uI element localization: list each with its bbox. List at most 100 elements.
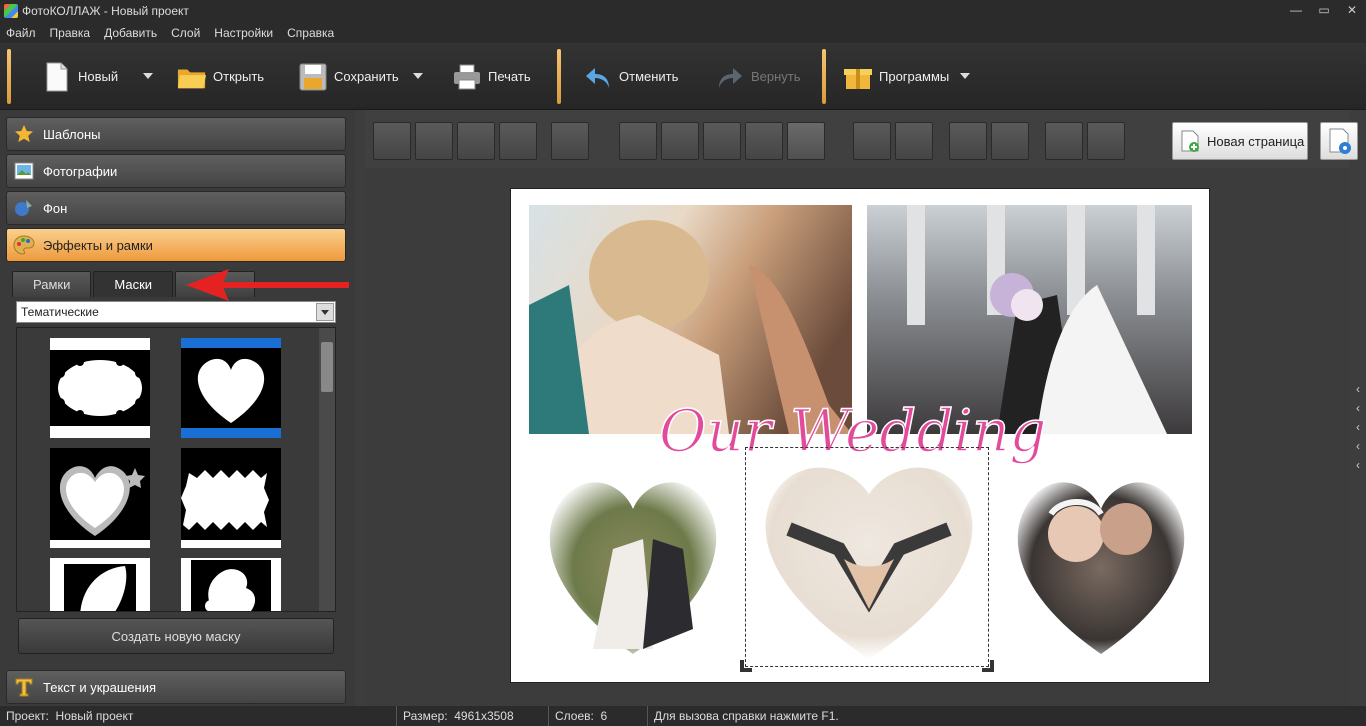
flip-vertical-icon[interactable] bbox=[745, 122, 783, 160]
save-dropdown-arrow-icon[interactable] bbox=[413, 73, 423, 79]
sidebar-item-photos[interactable]: Фотографии bbox=[6, 154, 346, 188]
menu-help[interactable]: Справка bbox=[287, 26, 334, 40]
undo-label: Отменить bbox=[619, 69, 679, 84]
bring-to-front-icon[interactable] bbox=[373, 122, 411, 160]
palette-icon bbox=[13, 234, 35, 256]
status-project: Проект: Новый проект bbox=[0, 706, 397, 726]
delete-icon[interactable] bbox=[853, 122, 891, 160]
sidebar-item-label: Текст и украшения bbox=[43, 679, 157, 695]
right-collapse-arrows: ‹ ‹ ‹ ‹ ‹ bbox=[1350, 382, 1366, 477]
selection-box[interactable] bbox=[740, 447, 994, 672]
chevron-left-icon[interactable]: ‹ bbox=[1350, 458, 1366, 477]
size-value: 4961x3508 bbox=[454, 709, 514, 723]
resize-handle[interactable] bbox=[982, 660, 994, 672]
send-backward-icon[interactable] bbox=[457, 122, 495, 160]
sidebar-item-background[interactable]: Фон bbox=[6, 191, 346, 225]
crop-icon[interactable] bbox=[895, 122, 933, 160]
floppy-disk-icon bbox=[298, 60, 328, 94]
fill-image-icon[interactable] bbox=[787, 122, 825, 160]
menu-layer[interactable]: Слой bbox=[171, 26, 200, 40]
undo-arrow-icon bbox=[583, 60, 613, 94]
edit-icon[interactable] bbox=[991, 122, 1029, 160]
close-icon[interactable]: ✕ bbox=[1338, 0, 1366, 22]
layers-label: Слоев: bbox=[555, 709, 594, 723]
save-label: Сохранить bbox=[334, 69, 399, 84]
mask-thumbnail[interactable] bbox=[50, 558, 150, 611]
save-button[interactable]: Сохранить bbox=[298, 43, 399, 110]
menu-file[interactable]: Файл bbox=[6, 26, 36, 40]
layers-value: 6 bbox=[600, 709, 608, 723]
sidebar-item-label: Шаблоны bbox=[43, 126, 101, 142]
menu-add[interactable]: Добавить bbox=[104, 26, 157, 40]
new-page-label: Новая страница bbox=[1207, 133, 1305, 149]
redo-arrow-icon bbox=[715, 60, 745, 94]
align-icon[interactable] bbox=[551, 122, 589, 160]
paint-drop-icon bbox=[13, 197, 35, 219]
left-panel: Шаблоны Фотографии Фон Эффекты и рамки Р… bbox=[0, 110, 355, 706]
scrollbar-thumb[interactable] bbox=[321, 342, 333, 392]
page-settings-button[interactable] bbox=[1320, 122, 1358, 160]
settings-gear-icon[interactable] bbox=[1045, 122, 1083, 160]
rotate-left-icon[interactable] bbox=[619, 122, 657, 160]
star-icon bbox=[13, 123, 35, 145]
photo-icon bbox=[13, 160, 35, 182]
new-dropdown-arrow-icon[interactable] bbox=[143, 73, 153, 79]
mask-thumbnail[interactable] bbox=[181, 338, 281, 438]
status-bar: Проект: Новый проект Размер: 4961x3508 С… bbox=[0, 706, 1366, 726]
chevron-down-icon[interactable] bbox=[316, 303, 334, 321]
redo-button[interactable]: Вернуть bbox=[715, 43, 801, 110]
photo-heart-kiss[interactable] bbox=[1001, 459, 1201, 659]
tab-masks[interactable]: Маски bbox=[93, 271, 174, 297]
menu-bar: Файл Правка Добавить Слой Настройки Спра… bbox=[0, 22, 1366, 43]
chevron-left-icon[interactable]: ‹ bbox=[1350, 401, 1366, 420]
status-size: Размер: 4961x3508 bbox=[397, 706, 549, 726]
mask-thumbnail[interactable] bbox=[50, 338, 150, 438]
maximize-icon[interactable]: ▭ bbox=[1310, 0, 1338, 22]
mask-thumbnail[interactable] bbox=[181, 448, 281, 548]
chevron-left-icon[interactable]: ‹ bbox=[1350, 420, 1366, 439]
rotate-right-icon[interactable] bbox=[661, 122, 699, 160]
mask-thumbnail[interactable] bbox=[50, 448, 150, 548]
create-mask-button[interactable]: Создать новую маску bbox=[18, 618, 334, 654]
sidebar-item-templates[interactable]: Шаблоны bbox=[6, 117, 346, 151]
send-to-back-icon[interactable] bbox=[499, 122, 537, 160]
mask-category-select[interactable]: Тематические bbox=[16, 301, 336, 323]
gift-box-icon bbox=[843, 60, 873, 94]
menu-settings[interactable]: Настройки bbox=[214, 26, 273, 40]
open-label: Открыть bbox=[213, 69, 265, 84]
mask-thumbnail[interactable] bbox=[181, 558, 281, 611]
canvas-area: Новая страница Our Wedding bbox=[365, 110, 1358, 706]
sidebar-item-effects[interactable]: Эффекты и рамки bbox=[6, 228, 346, 262]
canvas-toolbar: Новая страница bbox=[365, 110, 1358, 168]
programs-dropdown-arrow-icon[interactable] bbox=[960, 73, 970, 79]
print-button[interactable]: Печать bbox=[452, 43, 531, 110]
programs-button[interactable]: Программы bbox=[843, 43, 949, 110]
new-page-button[interactable]: Новая страница bbox=[1172, 122, 1308, 160]
status-help: Для вызова справки нажмите F1. bbox=[654, 709, 839, 723]
open-button[interactable]: Открыть bbox=[177, 43, 264, 110]
mask-gallery-scrollbar[interactable] bbox=[319, 328, 335, 611]
new-document-icon bbox=[42, 60, 72, 94]
collage-page[interactable]: Our Wedding bbox=[510, 188, 1210, 683]
bring-forward-icon[interactable] bbox=[415, 122, 453, 160]
lock-icon[interactable] bbox=[1087, 122, 1125, 160]
effects-icon[interactable] bbox=[949, 122, 987, 160]
undo-button[interactable]: Отменить bbox=[583, 43, 678, 110]
toolbar-separator bbox=[7, 49, 11, 104]
minimize-icon[interactable]: — bbox=[1282, 0, 1310, 22]
chevron-left-icon[interactable]: ‹ bbox=[1350, 439, 1366, 458]
chevron-left-icon[interactable]: ‹ bbox=[1350, 382, 1366, 401]
new-button[interactable]: Новый bbox=[42, 43, 118, 110]
project-label: Проект: bbox=[6, 709, 49, 723]
window-controls: — ▭ ✕ bbox=[1282, 0, 1366, 22]
redo-label: Вернуть bbox=[751, 69, 801, 84]
folder-icon bbox=[177, 60, 207, 94]
tab-frames[interactable]: Рамки bbox=[12, 271, 92, 297]
photo-heart-couple[interactable] bbox=[533, 459, 733, 659]
resize-handle[interactable] bbox=[740, 660, 752, 672]
effects-subpanel: Рамки Маски Тематические Создать новую м… bbox=[6, 267, 349, 667]
menu-edit[interactable]: Правка bbox=[50, 26, 91, 40]
sidebar-item-text[interactable]: Текст и украшения bbox=[6, 670, 346, 704]
size-label: Размер: bbox=[403, 709, 448, 723]
flip-horizontal-icon[interactable] bbox=[703, 122, 741, 160]
